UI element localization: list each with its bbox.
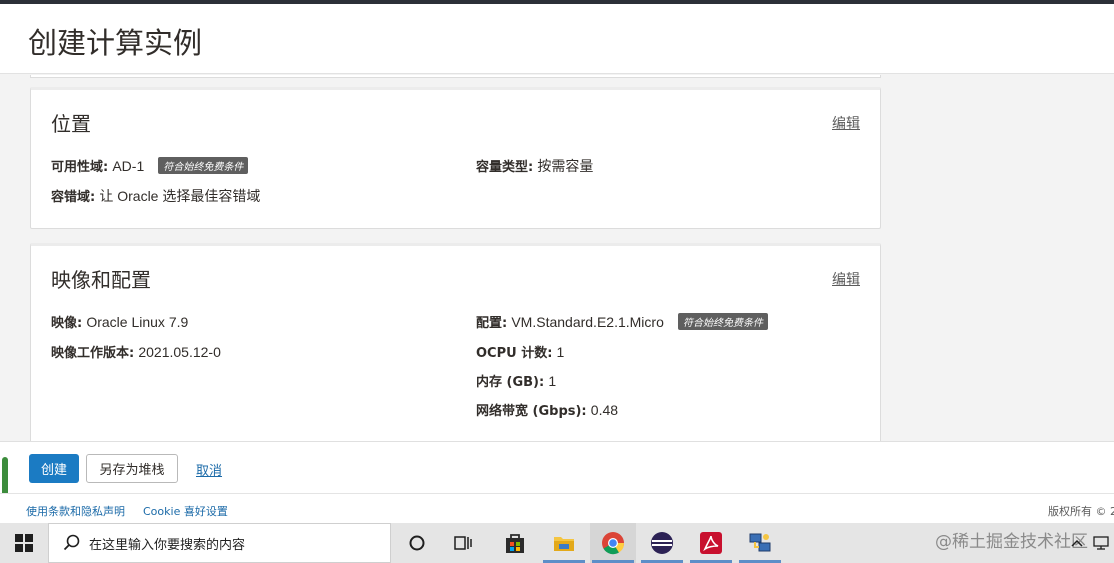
store-app[interactable] bbox=[492, 523, 538, 563]
image-build-label: 映像工作版本: bbox=[51, 346, 135, 361]
ocpu-value: 1 bbox=[556, 344, 565, 360]
image-build-value: 2021.05.12-0 bbox=[138, 344, 221, 360]
title-bar: 创建计算实例 bbox=[0, 4, 1114, 74]
cortana-circle-icon bbox=[409, 535, 425, 551]
folder-icon bbox=[554, 537, 574, 551]
capacity-type-label: 容量类型: bbox=[476, 160, 534, 175]
save-as-stack-button[interactable]: 另存为堆栈 bbox=[86, 454, 178, 483]
network-status-icon[interactable] bbox=[1093, 535, 1109, 551]
acrobat-icon bbox=[700, 532, 722, 554]
windows-logo-icon bbox=[15, 534, 33, 552]
image-field: 映像: Oracle Linux 7.9 bbox=[51, 312, 188, 331]
copyright-text: 版权所有 © 2 bbox=[1048, 505, 1114, 518]
previous-card-edge bbox=[30, 75, 881, 78]
search-placeholder: 在这里输入你要搜索的内容 bbox=[89, 537, 246, 553]
taskbar-search-box[interactable]: 在这里输入你要搜索的内容 bbox=[48, 523, 391, 563]
cancel-link[interactable]: 取消 bbox=[196, 460, 222, 479]
bandwidth-label: 网络带宽 (Gbps): bbox=[476, 404, 587, 419]
availability-domain-value: AD-1 bbox=[112, 158, 145, 174]
chrome-app[interactable] bbox=[590, 523, 636, 563]
location-edit-link[interactable]: 编辑 bbox=[832, 113, 860, 133]
image-card-title: 映像和配置 bbox=[51, 268, 151, 292]
eclipse-icon bbox=[651, 532, 674, 554]
memory-label: 内存 (GB): bbox=[476, 375, 545, 390]
shape-label: 配置: bbox=[476, 316, 508, 331]
always-free-badge: 符合始终免费条件 bbox=[158, 157, 249, 174]
system-tray bbox=[1066, 523, 1114, 563]
fault-domain-value: 让 Oracle 选择最佳容错域 bbox=[99, 188, 261, 204]
capacity-type-value: 按需容量 bbox=[537, 158, 594, 174]
shape-field: 配置: VM.Standard.E2.1.Micro 符合始终免费条件 bbox=[476, 312, 768, 331]
chevron-up-icon[interactable] bbox=[1071, 538, 1083, 548]
cortana-button[interactable] bbox=[394, 523, 440, 563]
location-card-title: 位置 bbox=[51, 112, 91, 136]
availability-domain-field: 可用性域: AD-1 符合始终免费条件 bbox=[51, 156, 249, 175]
fault-domain-field: 容错域: 让 Oracle 选择最佳容错域 bbox=[51, 186, 260, 206]
store-bag-icon bbox=[506, 534, 524, 553]
image-label: 映像: bbox=[51, 316, 83, 331]
content-area: 位置 编辑 可用性域: AD-1 符合始终免费条件 容量类型: 按需容量 容错域… bbox=[0, 75, 1114, 441]
shape-value: VM.Standard.E2.1.Micro bbox=[511, 314, 664, 330]
acrobat-app[interactable] bbox=[688, 523, 734, 563]
bandwidth-field: 网络带宽 (Gbps): 0.48 bbox=[476, 400, 618, 419]
image-build-field: 映像工作版本: 2021.05.12-0 bbox=[51, 342, 221, 361]
page-title: 创建计算实例 bbox=[28, 26, 203, 60]
memory-value: 1 bbox=[548, 373, 557, 389]
footer: 使用条款和隐私声明 Cookie 喜好设置 版权所有 © 2 bbox=[0, 493, 1114, 523]
ocpu-field: OCPU 计数: 1 bbox=[476, 342, 564, 361]
capacity-type-field: 容量类型: 按需容量 bbox=[476, 156, 593, 176]
memory-field: 内存 (GB): 1 bbox=[476, 371, 556, 390]
task-view-icon bbox=[454, 536, 472, 550]
network-computers-icon bbox=[749, 533, 771, 552]
search-icon bbox=[63, 534, 80, 551]
image-shape-card: 映像和配置 编辑 映像: Oracle Linux 7.9 映像工作版本: 20… bbox=[30, 243, 881, 441]
always-free-badge: 符合始终免费条件 bbox=[678, 313, 768, 330]
ocpu-label: OCPU 计数: bbox=[476, 346, 553, 361]
cookie-preferences-link[interactable]: Cookie 喜好设置 bbox=[143, 503, 228, 519]
location-card: 位置 编辑 可用性域: AD-1 符合始终免费条件 容量类型: 按需容量 容错域… bbox=[30, 87, 881, 229]
action-bar: 创建 另存为堆栈 取消 bbox=[0, 441, 1114, 511]
image-edit-link[interactable]: 编辑 bbox=[832, 269, 860, 289]
task-view-button[interactable] bbox=[440, 523, 486, 563]
windows-taskbar: 在这里输入你要搜索的内容 @稀土掘金技术社区 bbox=[0, 523, 1114, 563]
fault-domain-label: 容错域: bbox=[51, 190, 96, 205]
eclipse-app[interactable] bbox=[639, 523, 685, 563]
network-app[interactable] bbox=[737, 523, 783, 563]
terms-privacy-link[interactable]: 使用条款和隐私声明 bbox=[26, 503, 125, 519]
availability-domain-label: 可用性域: bbox=[51, 160, 109, 175]
chrome-icon bbox=[602, 532, 625, 555]
file-explorer-app[interactable] bbox=[541, 523, 587, 563]
bandwidth-value: 0.48 bbox=[590, 402, 619, 418]
create-button[interactable]: 创建 bbox=[29, 454, 79, 483]
image-value: Oracle Linux 7.9 bbox=[86, 314, 189, 330]
start-button[interactable] bbox=[0, 523, 48, 563]
